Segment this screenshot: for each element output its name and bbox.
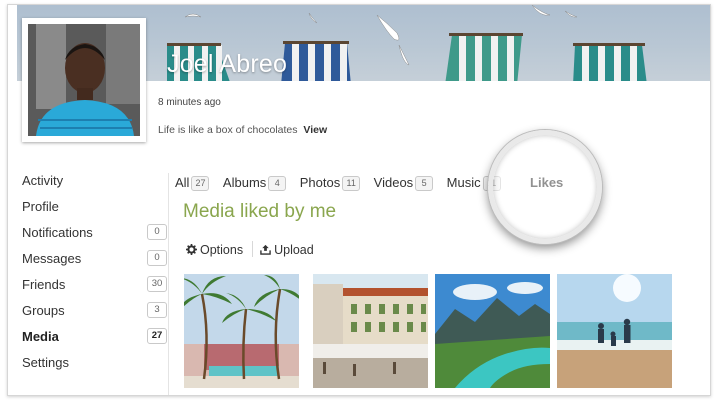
sidebar-item-label: Media [22,329,59,344]
media-tabs: All 27 Albums 4 Photos 11 Videos 5 Music 11 L… [175,175,572,195]
notifications-count-badge: 0 [147,224,167,240]
mountain-river-photo [435,274,550,388]
sidebar-item-label: Notifications [22,225,93,240]
messages-count-badge: 0 [147,250,167,266]
avatar[interactable] [22,18,146,142]
media-thumbnail[interactable] [435,274,550,388]
options-label: Options [200,243,244,257]
sidebar-item-media[interactable]: Media 27 [22,328,167,355]
upload-icon [260,244,271,255]
tab-label: Videos [373,175,414,190]
tab-photos[interactable]: Photos 11 [299,175,361,191]
avatar-photo [28,24,140,136]
sidebar-divider [168,173,169,395]
tab-music[interactable]: Music 11 [447,175,501,191]
palm-trees-resort-photo [184,274,299,388]
media-actions: Options Upload [186,241,314,257]
status-update: Life is like a box of chocolates View [158,124,327,136]
tab-count-badge: 27 [191,176,210,191]
sidebar-item-label: Messages [22,251,82,266]
friends-count-badge: 30 [147,276,167,292]
media-thumbnail[interactable] [313,274,428,388]
media-thumbnail[interactable] [557,274,672,388]
gear-icon [186,244,197,255]
status-view-link[interactable]: View [303,124,327,136]
street-buildings-photo [313,274,428,388]
tab-all[interactable]: All 27 [175,175,210,191]
groups-count-badge: 3 [147,302,167,318]
sidebar-item-label: Friends [22,277,66,292]
profile-nav: Activity Profile Notifications 0 Message… [22,173,167,381]
tab-label: All [175,175,190,190]
media-count-badge: 27 [147,328,167,344]
upload-button[interactable]: Upload [260,243,314,257]
sidebar-item-notifications[interactable]: Notifications 0 [22,224,167,251]
sidebar-item-friends[interactable]: Friends 30 [22,276,167,303]
tab-videos[interactable]: Videos 5 [374,175,434,191]
tab-label: Music [446,175,481,190]
profile-name: Joel Abreo [167,50,288,78]
sidebar-item-label: Activity [22,173,64,188]
options-button[interactable]: Options [186,243,243,257]
status-text: Life is like a box of chocolates [158,124,298,136]
tab-label: Albums [222,175,267,190]
tab-count-badge: 4 [268,176,287,191]
tab-count-badge: 11 [482,176,501,191]
sidebar-item-profile[interactable]: Profile [22,199,167,225]
tab-likes[interactable]: Likes [530,175,563,190]
sidebar-item-label: Profile [22,199,59,214]
tab-albums[interactable]: Albums 4 [222,175,287,191]
sidebar-item-settings[interactable]: Settings [22,355,167,381]
page-title: Media liked by me [183,201,337,222]
sidebar-item-messages[interactable]: Messages 0 [22,250,167,277]
profile-page: Joel Abreo 8 minutes ago Life is like a … [7,4,711,396]
tab-count-badge: 11 [342,176,361,191]
last-active-time: 8 minutes ago [158,97,221,108]
upload-label: Upload [274,243,314,257]
family-beach-photo [557,274,672,388]
sidebar-item-label: Settings [22,355,69,370]
sidebar-item-groups[interactable]: Groups 3 [22,302,167,329]
tab-label: Photos [299,175,341,190]
action-divider [252,241,254,257]
sidebar-item-activity[interactable]: Activity [22,173,167,199]
sidebar-item-label: Groups [22,303,65,318]
media-thumbnail[interactable] [184,274,299,388]
tab-count-badge: 5 [415,176,434,191]
